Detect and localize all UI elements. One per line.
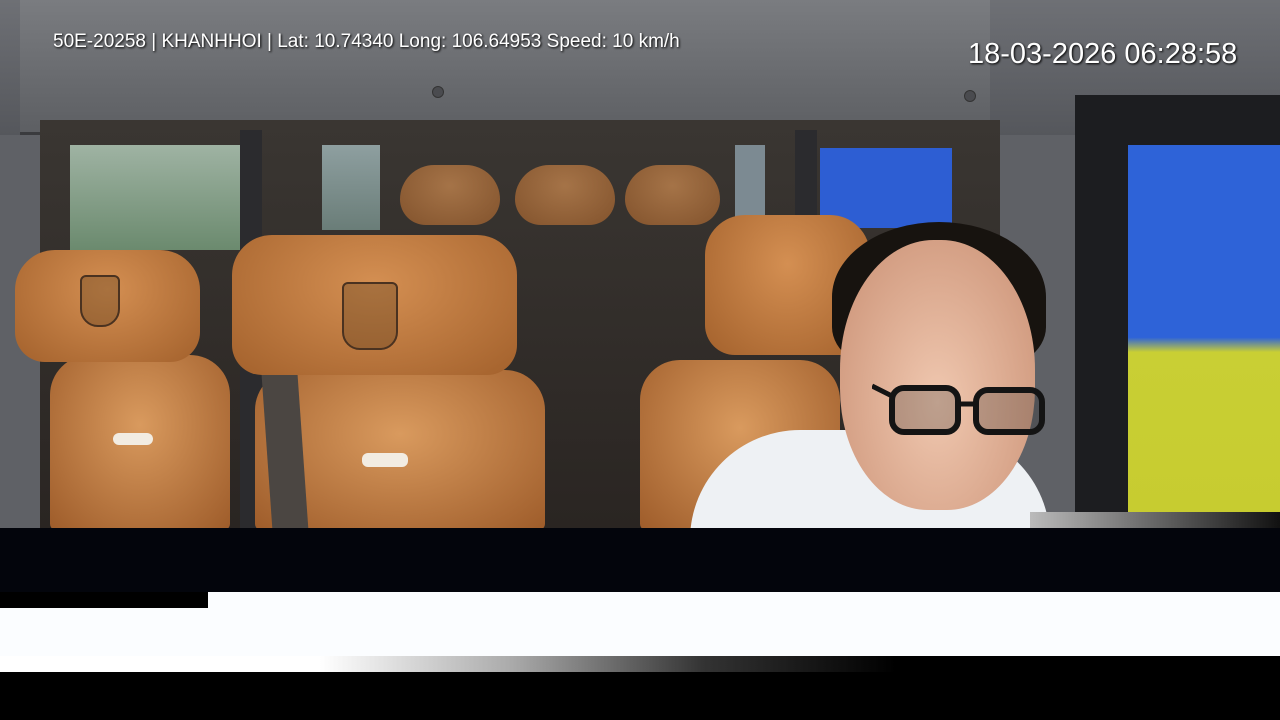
artifact-band-white — [208, 592, 1280, 656]
artifact-band-black — [0, 592, 208, 608]
side-window-rear — [735, 145, 765, 220]
artifact-band-dark — [0, 528, 1280, 592]
side-window-mid — [322, 145, 380, 230]
frame-artifact-strip — [1030, 512, 1280, 528]
door-window — [1128, 145, 1280, 515]
camera-frame: 50E-20258 | KHANHHOI | Lat: 10.74340 Lon… — [0, 0, 1280, 528]
seat-logo — [342, 282, 398, 350]
artifact-band-white — [0, 608, 208, 656]
eyeglasses — [872, 383, 1045, 435]
artifact-band-gradient — [0, 656, 1280, 672]
roof-panel — [20, 0, 990, 135]
seat-label — [113, 433, 153, 445]
driver-face — [840, 240, 1035, 510]
rear-seat-headrest — [400, 165, 500, 225]
roof-light — [432, 86, 444, 98]
roof-light — [964, 90, 976, 102]
seat-logo — [80, 275, 120, 327]
rear-seat-headrest — [625, 165, 720, 225]
side-window-left — [70, 145, 242, 250]
artifact-band-bottom — [0, 672, 1280, 720]
timestamp-overlay: 18-03-2026 06:28:58 — [968, 38, 1238, 70]
rear-seat-headrest — [515, 165, 615, 225]
vehicle-info-overlay: 50E-20258 | KHANHHOI | Lat: 10.74340 Lon… — [53, 31, 680, 52]
seat-label — [362, 453, 408, 467]
